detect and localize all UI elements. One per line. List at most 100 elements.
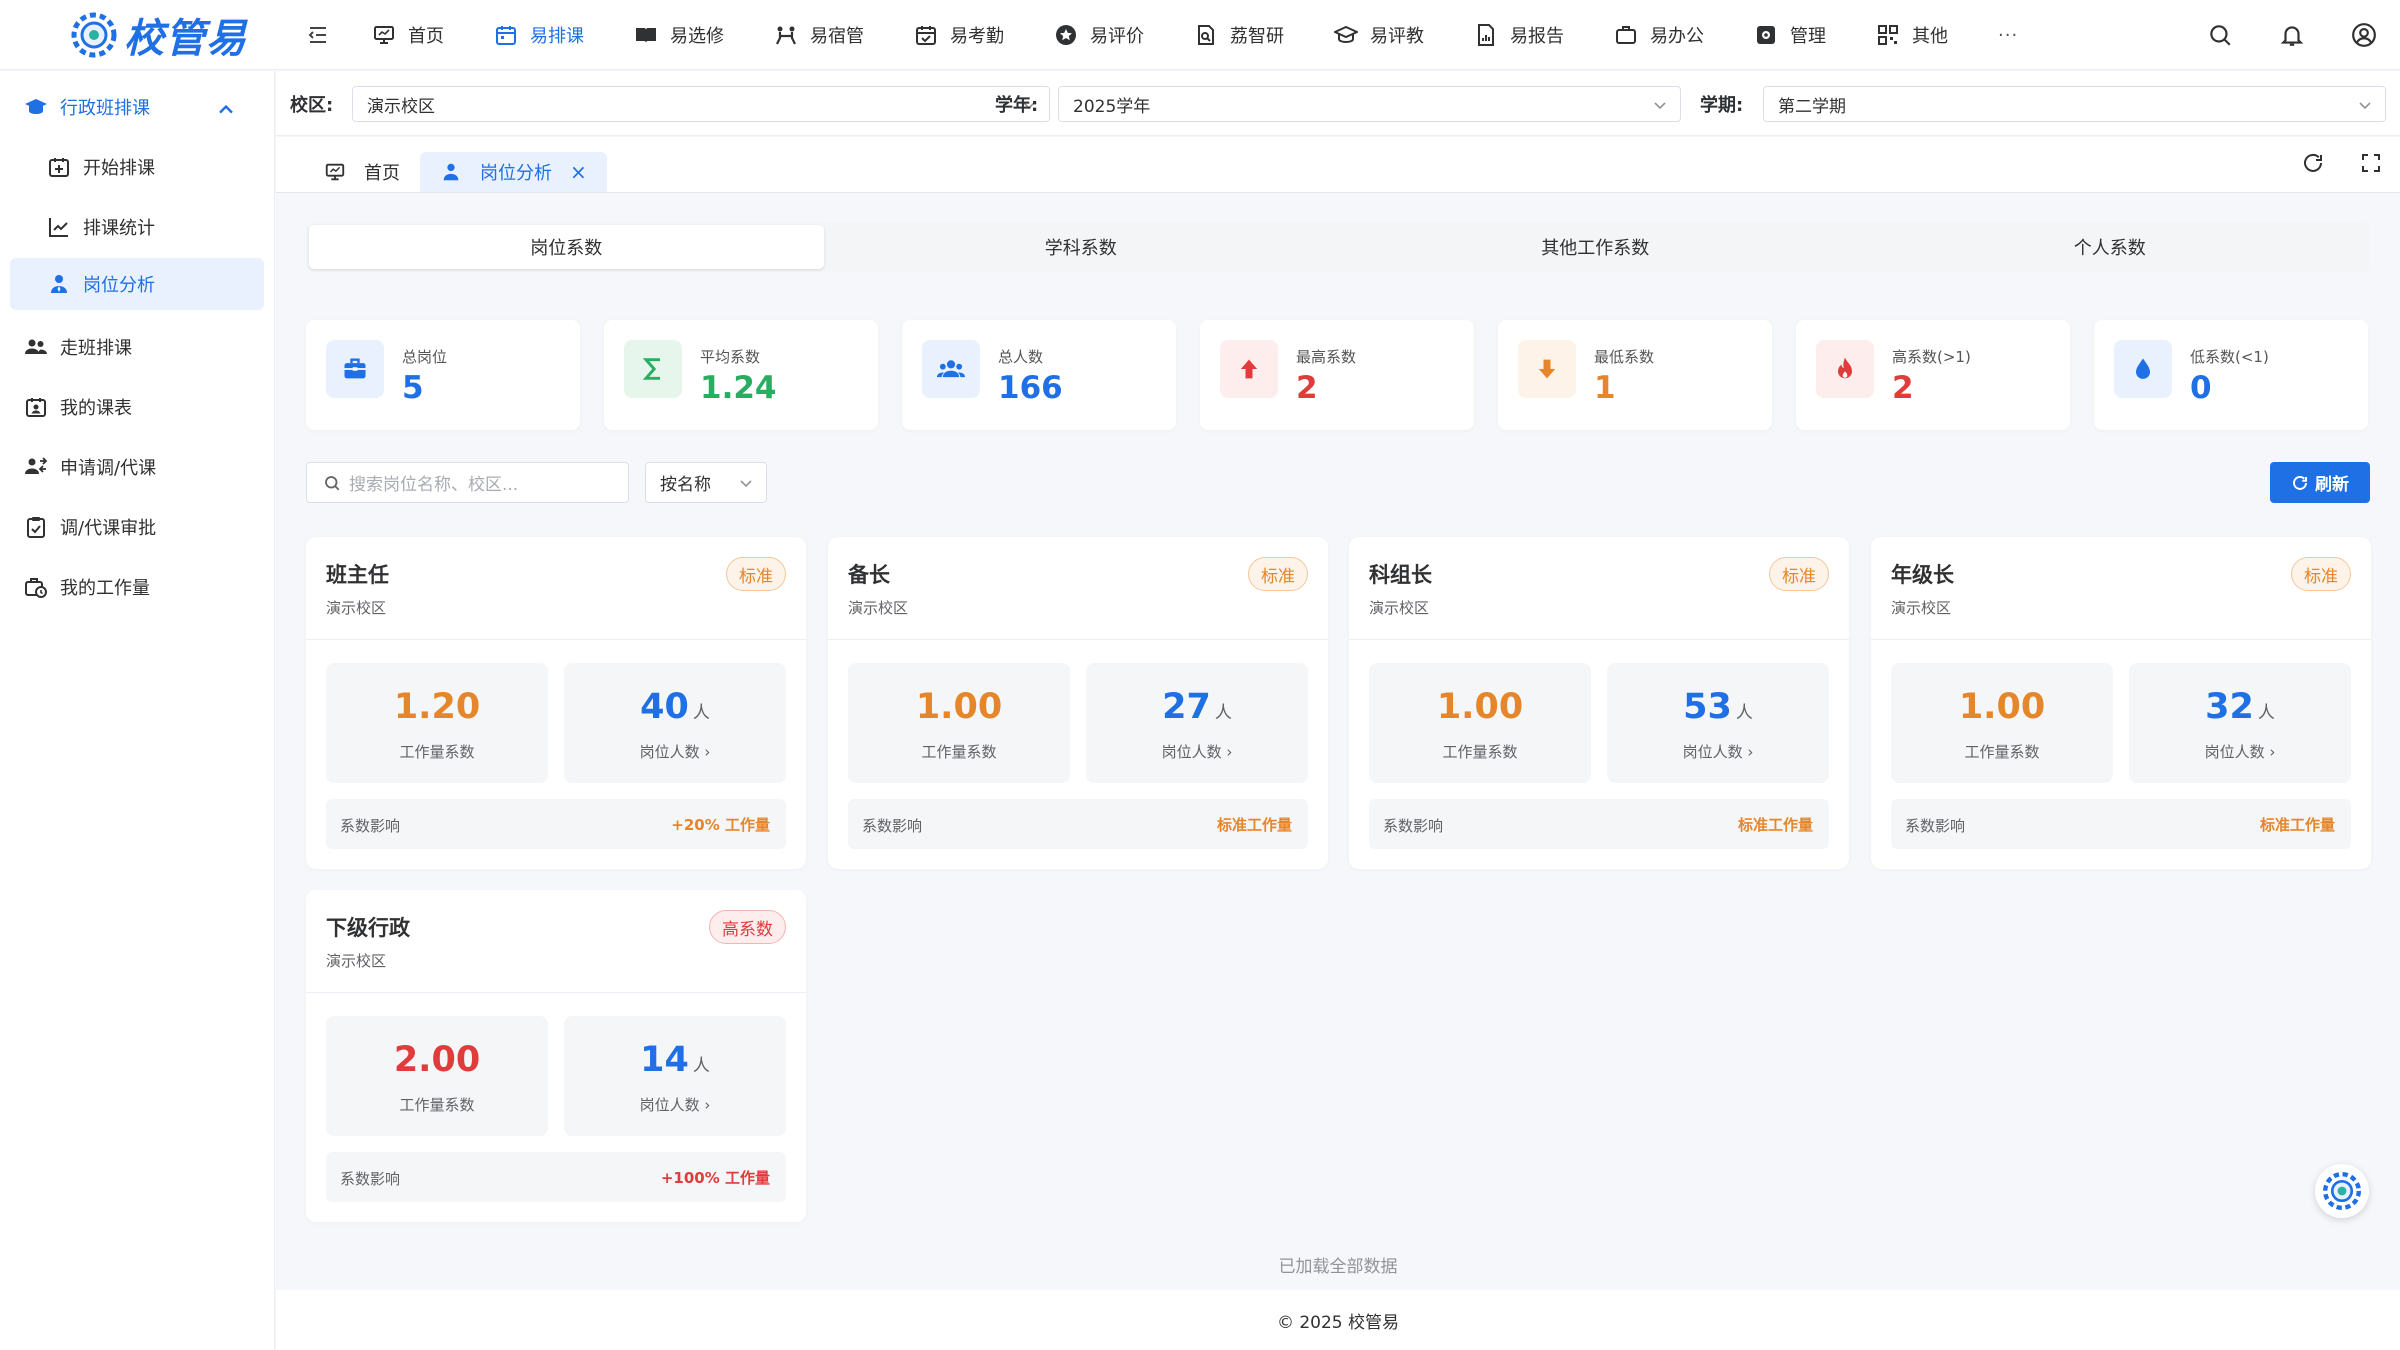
campus-select[interactable]: 演示校区 — [352, 86, 1050, 122]
headcount-box[interactable]: 32 人岗位人数 › — [2129, 663, 2351, 783]
search-input[interactable]: 搜索岗位名称、校区... — [306, 462, 629, 503]
refresh-button[interactable]: 刷新 — [2270, 462, 2370, 503]
stat-value: 166 — [998, 370, 1063, 406]
nav-item-home[interactable]: 首页 — [372, 0, 444, 70]
nav-item-research[interactable]: 荔智研 — [1194, 0, 1284, 70]
impact-label: 系数影响 — [340, 817, 401, 835]
position-title: 科组长 — [1369, 563, 1432, 587]
nav-item-attendance[interactable]: 易考勤 — [914, 0, 1004, 70]
search-placeholder: 搜索岗位名称、校区... — [349, 475, 519, 495]
coefficient-type-segment: 岗位系数 学科系数 其他工作系数 个人系数 — [306, 222, 2370, 272]
sidebar-item-scheduling-stats[interactable]: 排课统计 — [10, 201, 264, 253]
stat-card-high-coef: 高系数(>1) 2 — [1796, 320, 2070, 430]
briefcase-icon — [344, 358, 366, 379]
headcount-box[interactable]: 53 人岗位人数 › — [1607, 663, 1829, 783]
user-avatar-icon[interactable] — [2328, 22, 2400, 48]
headcount-link[interactable]: 岗位人数 › — [2129, 741, 2351, 762]
segment-personal-coef[interactable]: 个人系数 — [1853, 225, 2368, 269]
headcount-link[interactable]: 岗位人数 › — [564, 1094, 786, 1115]
headcount-value: 14 人 — [640, 1040, 710, 1080]
nav-item-report[interactable]: 易报告 — [1474, 0, 1564, 70]
nav-more-button[interactable]: ··· — [1998, 25, 2018, 46]
clipboard-check-icon — [27, 517, 45, 538]
floating-assistant-button[interactable] — [2315, 1164, 2369, 1218]
year-select[interactable]: 2025学年 — [1058, 86, 1681, 122]
stat-card-total-positions: 总岗位 5 — [306, 320, 580, 430]
stat-icon-bg — [1816, 340, 1874, 398]
coef-level-badge: 标准 — [1248, 557, 1308, 591]
sidebar-group-admin-scheduling[interactable]: 行政班排课 — [10, 81, 264, 133]
nav-item-dorm[interactable]: 易宿管 — [774, 0, 864, 70]
fullscreen-icon[interactable] — [2342, 151, 2400, 175]
menu-collapse-icon[interactable] — [306, 24, 330, 46]
segment-subject-coef[interactable]: 学科系数 — [824, 225, 1339, 269]
nav-item-elective[interactable]: 易选修 — [634, 0, 724, 70]
card-divider — [1349, 639, 1849, 640]
nav-item-other[interactable]: 其他 — [1876, 0, 1948, 70]
coef-level-badge: 高系数 — [709, 910, 786, 944]
impact-label: 系数影响 — [862, 817, 923, 835]
stat-value: 1 — [1594, 370, 1616, 406]
position-campus: 演示校区 — [1369, 599, 1430, 617]
nav-item-scheduling[interactable]: 易排课 — [494, 0, 584, 70]
reload-icon[interactable] — [2284, 151, 2342, 175]
impact-value: 标准工作量 — [2259, 816, 2335, 834]
gear-logo-icon — [71, 12, 117, 58]
position-card: 科组长 演示校区 标准 1.00 工作量系数 53 人岗位人数 › 系数影响 标准工作量 — [1349, 537, 1849, 869]
close-tab-icon[interactable]: × — [570, 160, 587, 184]
sidebar-item-mobile-scheduling[interactable]: 走班排课 — [10, 321, 264, 373]
logo[interactable]: 校管易 — [68, 4, 247, 66]
stat-icon-bg — [922, 340, 980, 398]
arrow-down-icon — [1538, 359, 1556, 379]
tab-home[interactable]: 首页 — [304, 152, 420, 192]
nav-item-evaluation[interactable]: 易评价 — [1054, 0, 1144, 70]
briefcase-icon — [1616, 26, 1636, 44]
arrow-up-icon — [1240, 359, 1258, 379]
term-select[interactable]: 第二学期 — [1763, 86, 2386, 122]
graduation-cap-icon — [25, 99, 47, 114]
tab-position-analysis[interactable]: 岗位分析 × — [420, 152, 607, 192]
stat-label: 低系数(<1) — [2190, 348, 2269, 366]
headcount-box[interactable]: 27 人岗位人数 › — [1086, 663, 1308, 783]
segment-other-work-coef[interactable]: 其他工作系数 — [1338, 225, 1853, 269]
stat-value: 1.24 — [700, 370, 777, 406]
headcount-link[interactable]: 岗位人数 › — [1607, 741, 1829, 762]
stat-value: 0 — [2190, 370, 2212, 406]
sidebar-item-my-timetable[interactable]: 我的课表 — [10, 381, 264, 433]
sidebar-item-start-scheduling[interactable]: 开始排课 — [10, 141, 264, 193]
sidebar-item-position-analysis[interactable]: 岗位分析 — [10, 258, 264, 310]
year-label: 学年: — [995, 95, 1039, 116]
briefcase-clock-icon — [25, 578, 47, 598]
coef-label: 工作量系数 — [399, 743, 475, 761]
card-divider — [306, 992, 806, 993]
segment-position-coef[interactable]: 岗位系数 — [309, 225, 824, 269]
sort-select[interactable]: 按名称 — [645, 462, 767, 503]
nav-item-office[interactable]: 易办公 — [1614, 0, 1704, 70]
search-icon[interactable] — [2184, 22, 2256, 48]
copyright: © 2025 校管易 — [1276, 1312, 1400, 1333]
main-nav: 首页 易排课 易选修 易宿管 易考勤 易评价 荔智研 易评教 易报告 易办公 管… — [372, 0, 2018, 70]
footer: © 2025 校管易 — [276, 1290, 2400, 1350]
stat-card-low-coef: 低系数(<1) 0 — [2094, 320, 2368, 430]
headcount-value: 53 人 — [1683, 687, 1753, 727]
headcount-box[interactable]: 14 人岗位人数 › — [564, 1016, 786, 1136]
headcount-box[interactable]: 40 人岗位人数 › — [564, 663, 786, 783]
logo-text: 校管易 — [124, 16, 247, 62]
headcount-link[interactable]: 岗位人数 › — [1086, 741, 1308, 762]
sidebar-item-request-swap[interactable]: 申请调/代课 — [10, 441, 264, 493]
position-campus: 演示校区 — [1891, 599, 1952, 617]
bell-icon[interactable] — [2256, 22, 2328, 48]
stat-label: 高系数(>1) — [1892, 348, 1971, 366]
top-bar: 校管易 首页 易排课 易选修 易宿管 易考勤 易评价 荔智研 易评教 易报告 易… — [0, 0, 2400, 70]
coef-value: 1.20 — [393, 687, 481, 727]
research-icon — [1198, 25, 1214, 45]
coef-impact-row: 系数影响 标准工作量 — [1891, 799, 2351, 849]
nav-item-teaching-eval[interactable]: 易评教 — [1334, 0, 1424, 70]
sidebar-item-swap-approval[interactable]: 调/代课审批 — [10, 501, 264, 553]
position-title: 班主任 — [326, 563, 389, 587]
nav-item-manage[interactable]: 管理 — [1754, 0, 1826, 70]
calendar-check-icon — [916, 26, 936, 45]
impact-value: +100% 工作量 — [660, 1169, 770, 1187]
sidebar-item-my-workload[interactable]: 我的工作量 — [10, 561, 264, 613]
headcount-link[interactable]: 岗位人数 › — [564, 741, 786, 762]
